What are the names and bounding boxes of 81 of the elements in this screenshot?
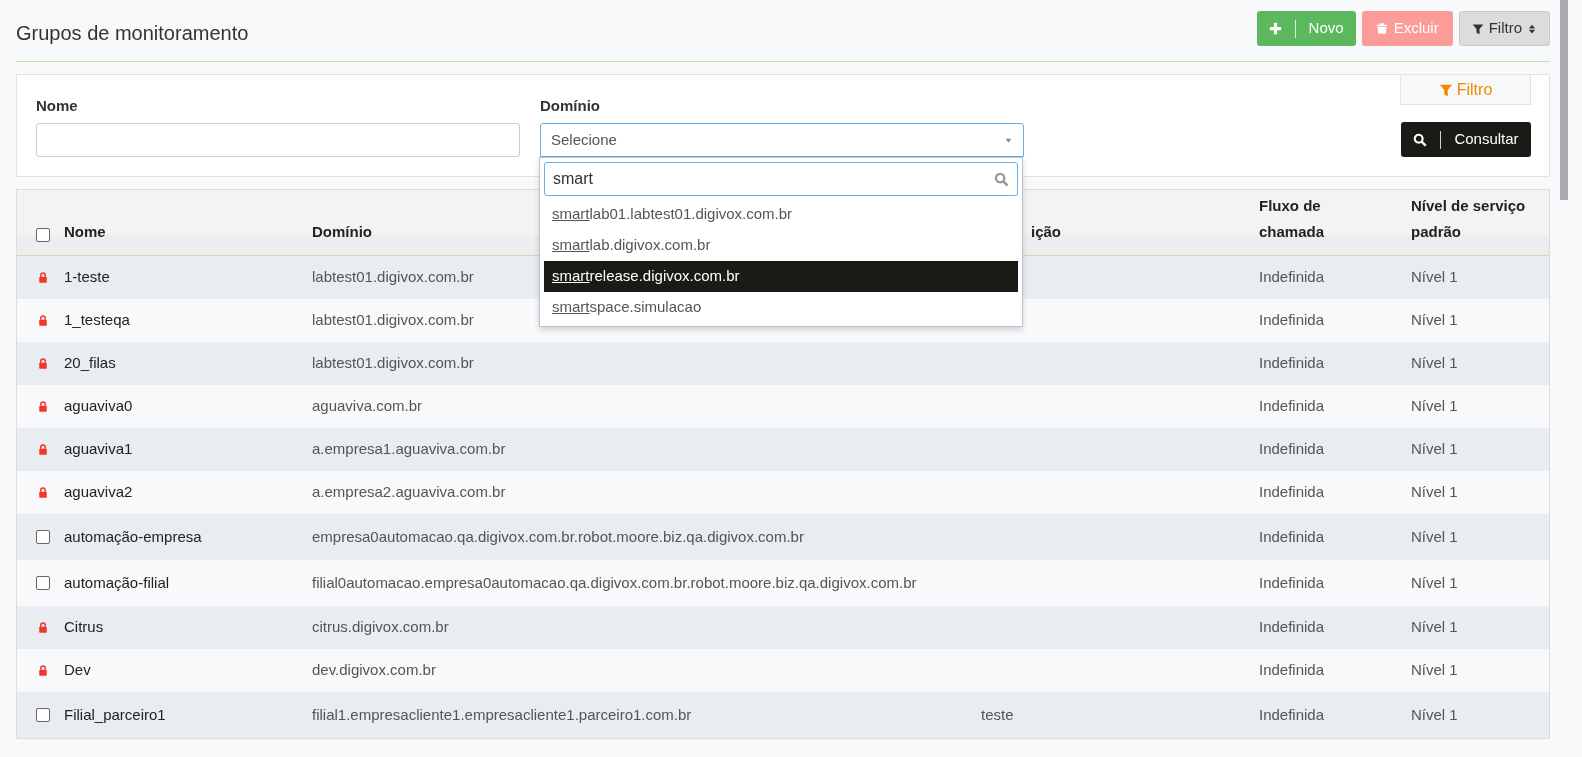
table-cell: Nível 1 — [1411, 527, 1458, 545]
table-cell: Indefinida — [1259, 573, 1325, 591]
column-header: Nível de serviço padrão — [1411, 196, 1527, 242]
column-header: Nome — [64, 222, 107, 242]
row-checkbox[interactable] — [35, 708, 50, 722]
table-cell: labtest01.digivox.com.br — [312, 268, 474, 286]
lock-icon — [36, 443, 49, 456]
plus-icon — [1268, 22, 1282, 35]
table-cell: aguaviva2 — [64, 483, 133, 501]
filter-toggle-button[interactable]: Filtro — [1458, 11, 1550, 46]
dropdown-option[interactable]: smartspace.simulacao — [544, 292, 1018, 323]
table-cell: aguaviva1 — [64, 440, 133, 458]
table-cell: 1-teste — [64, 268, 110, 286]
column-header: ição — [1031, 222, 1062, 242]
field-label: Nome — [36, 96, 79, 113]
table-cell: Nível 1 — [1411, 618, 1458, 636]
name-input[interactable] — [36, 123, 520, 157]
lock-icon — [36, 357, 49, 370]
table-cell: filial1.empresacliente1.empresacliente1.parceiro1.com.br — [312, 705, 692, 723]
table-cell: dev.digivox.com.br — [312, 661, 436, 679]
lock-icon — [36, 271, 49, 284]
search-icon — [1413, 132, 1428, 147]
table-cell: aguaviva0 — [64, 397, 133, 415]
consult-button[interactable]: Consultar — [1401, 122, 1531, 157]
select-all-checkbox[interactable] — [35, 228, 50, 242]
table-cell: Nível 1 — [1411, 311, 1458, 329]
row-checkbox[interactable] — [35, 576, 50, 590]
lock-icon — [36, 621, 49, 634]
table-cell: citrus.digivox.com.br — [312, 618, 449, 636]
field-label: Domínio — [540, 96, 601, 113]
page-title: Grupos de monitoramento — [16, 20, 249, 46]
search-field[interactable]: smart — [544, 162, 1018, 196]
table-cell: Indefinida — [1259, 397, 1325, 415]
table-cell: Citrus — [64, 618, 104, 636]
table-cell: Nível 1 — [1411, 397, 1458, 415]
sort-icon — [1527, 22, 1537, 35]
domain-select[interactable]: Selecione — [540, 123, 1024, 157]
table-cell: empresa0automacao.qa.digivox.com.br.robot.moore.biz.qa.digivox.com.br — [312, 527, 804, 545]
scrollbar-thumb[interactable] — [1560, 0, 1568, 200]
table-cell: Indefinida — [1259, 527, 1325, 545]
table-cell: labtest01.digivox.com.br — [312, 354, 474, 372]
table-cell: Nível 1 — [1411, 483, 1458, 501]
table-cell: Indefinida — [1259, 483, 1325, 501]
table-cell: Indefinida — [1259, 661, 1325, 679]
row-checkbox[interactable] — [35, 530, 50, 544]
dropdown-option[interactable]: smartlab.digivox.com.br — [544, 230, 1018, 261]
dropdown-option[interactable]: smartrelease.digivox.com.br — [544, 261, 1018, 292]
table-cell: Indefinida — [1259, 705, 1325, 723]
table-cell: Indefinida — [1259, 354, 1325, 372]
table-cell: automação-filial — [64, 573, 170, 591]
table-cell: Filial_parceiro1 — [64, 705, 166, 723]
trash-icon — [1375, 22, 1388, 35]
dropdown-option[interactable]: smartlab01.labtest01.digivox.com.br — [544, 199, 1018, 230]
table-cell: Nível 1 — [1411, 440, 1458, 458]
table-cell: Nível 1 — [1411, 705, 1458, 723]
table-cell: 1_testeqa — [64, 311, 130, 329]
search-icon — [994, 171, 1009, 187]
column-header: Fluxo de chamada — [1259, 196, 1326, 242]
lock-icon — [36, 664, 49, 677]
filter-icon — [1471, 22, 1484, 35]
table-cell: filial0automacao.empresa0automacao.qa.digivox.com.br.robot.moore.biz.qa.digivox.com.br — [312, 573, 917, 591]
table-cell: teste — [981, 705, 1014, 723]
table-cell: Indefinida — [1259, 618, 1325, 636]
table-cell: Dev — [64, 661, 91, 679]
table-cell: aguaviva.com.br — [312, 397, 423, 415]
table-cell: Indefinida — [1259, 440, 1325, 458]
lock-icon — [36, 400, 49, 413]
table-cell: Indefinida — [1259, 268, 1325, 286]
table-cell: Nível 1 — [1411, 573, 1458, 591]
table-cell: Indefinida — [1259, 311, 1325, 329]
table-cell: automação-empresa — [64, 527, 202, 545]
lock-icon — [36, 486, 49, 499]
lock-icon — [36, 314, 49, 327]
table-cell: Nível 1 — [1411, 268, 1458, 286]
table-cell: Nível 1 — [1411, 354, 1458, 372]
table-cell: a.empresa1.aguaviva.com.br — [312, 440, 506, 458]
table-cell: 20_filas — [64, 354, 116, 372]
filter-icon — [1438, 82, 1453, 97]
table-cell: a.empresa2.aguaviva.com.br — [312, 483, 506, 501]
table-cell: Nível 1 — [1411, 661, 1458, 679]
table-cell: labtest01.digivox.com.br — [312, 311, 474, 329]
